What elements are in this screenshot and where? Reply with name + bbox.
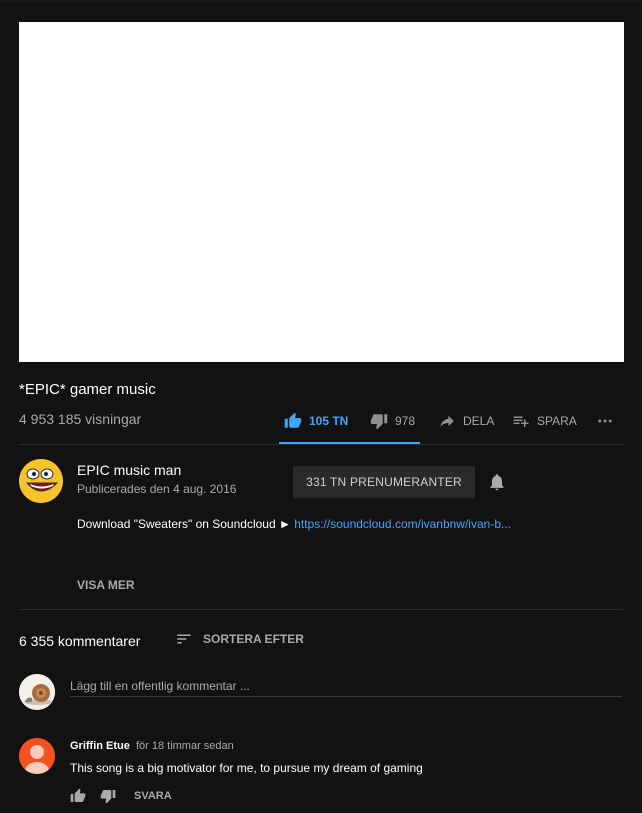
default-avatar-icon (19, 738, 55, 774)
description-link[interactable]: https://soundcloud.com/ivanbnw/ivan-b... (294, 517, 511, 531)
notification-bell[interactable] (487, 472, 507, 492)
comment-input-underline (70, 696, 622, 697)
description-text: Download "Sweaters" on Soundcloud ► (77, 517, 295, 531)
publish-date: Publicerades den 4 aug. 2016 (77, 482, 237, 496)
save-button[interactable]: SPARA (512, 406, 577, 436)
comment-actions: SVARA (70, 787, 172, 805)
playlist-add-icon (513, 416, 529, 427)
view-count: 4 953 185 visningar (19, 411, 142, 427)
reply-button[interactable]: SVARA (134, 790, 172, 802)
comment-count: 6 355 kommentarer (19, 633, 141, 649)
video-description: Download "Sweaters" on Soundcloud ► http… (77, 517, 511, 531)
like-button[interactable]: 105 TN (284, 406, 348, 436)
thumb-down-icon (370, 414, 388, 430)
bell-icon (490, 474, 504, 491)
like-count: 105 TN (309, 414, 349, 428)
divider (19, 609, 623, 610)
divider (19, 444, 623, 445)
sort-button[interactable]: SORTERA EFTER (175, 630, 304, 648)
save-label: SPARA (537, 414, 577, 428)
comment-text: This song is a big motivator for me, to … (70, 761, 423, 775)
comment-time[interactable]: för 18 timmar sedan (136, 740, 234, 752)
snail-icon (19, 674, 55, 710)
more-icon (598, 419, 612, 423)
video-title: *EPIC* gamer music (19, 381, 156, 398)
subscribe-button[interactable]: 331 TN PRENUMERANTER (293, 466, 475, 498)
user-avatar[interactable] (19, 674, 55, 710)
add-comment-input[interactable] (70, 676, 622, 696)
share-button[interactable]: DELA (438, 406, 494, 436)
top-bar (0, 0, 642, 2)
show-more-button[interactable]: VISA MER (77, 578, 135, 592)
sort-icon (177, 634, 191, 644)
thumb-down-icon[interactable] (100, 788, 116, 804)
channel-name[interactable]: EPIC music man (77, 462, 181, 478)
more-actions-button[interactable] (596, 406, 614, 436)
sort-label: SORTERA EFTER (203, 632, 304, 646)
thumb-up-icon[interactable] (70, 788, 86, 804)
video-player[interactable] (19, 22, 624, 362)
channel-avatar[interactable] (19, 459, 63, 503)
comment-header: Griffin Etue för 18 timmar sedan (70, 740, 234, 752)
dislike-button[interactable]: 978 (370, 406, 415, 436)
share-icon (440, 415, 454, 427)
comment-avatar[interactable] (19, 738, 55, 774)
troll-face-icon (19, 459, 63, 503)
comment-author[interactable]: Griffin Etue (70, 740, 130, 752)
thumb-up-icon (284, 412, 302, 428)
share-label: DELA (463, 414, 495, 428)
dislike-count: 978 (395, 414, 416, 428)
